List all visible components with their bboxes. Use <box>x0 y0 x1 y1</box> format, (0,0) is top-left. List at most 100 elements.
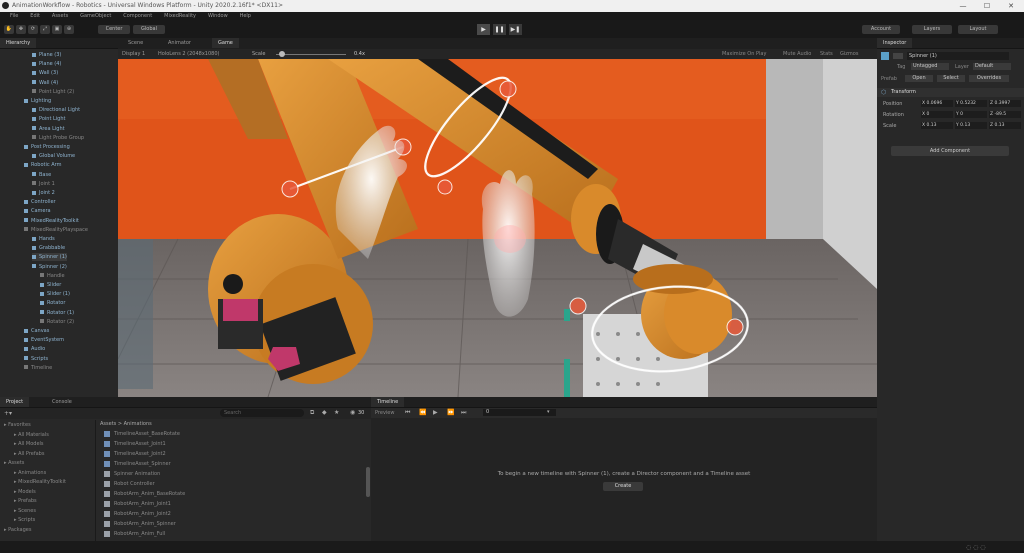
frame-field[interactable]: 0 <box>483 409 556 416</box>
add-asset-icon[interactable]: +▾ <box>4 410 12 417</box>
prev-frame-icon[interactable]: ⏪ <box>419 409 426 416</box>
transform-tool-icon[interactable]: ⊕ <box>64 25 74 34</box>
hierarchy-item[interactable]: Canvas <box>24 327 49 335</box>
pause-button[interactable]: ❚❚ <box>493 24 506 35</box>
hierarchy-item[interactable]: Wall (3) <box>32 69 58 77</box>
menu-file[interactable]: File <box>10 12 18 21</box>
preview-toggle[interactable]: Preview <box>375 410 394 416</box>
project-folder[interactable]: ▸ Prefabs <box>14 497 37 505</box>
menu-edit[interactable]: Edit <box>30 12 40 21</box>
menu-gameobject[interactable]: GameObject <box>80 12 111 21</box>
hierarchy-item[interactable]: Scripts <box>24 355 48 363</box>
rect-tool-icon[interactable]: ▣ <box>52 25 62 34</box>
tab-timeline[interactable]: Timeline <box>371 397 405 407</box>
transform-z-field[interactable]: Z -89.5 <box>989 111 1021 118</box>
project-folder[interactable]: ▸ All Models <box>14 440 44 448</box>
hierarchy-item[interactable]: Rotator <box>40 299 65 307</box>
gizmos-dropdown[interactable]: Gizmos <box>840 51 858 57</box>
rotate-tool-icon[interactable]: ⟳ <box>28 25 38 34</box>
frame-dropdown-icon[interactable]: ▾ <box>547 409 550 415</box>
project-file[interactable]: RobotArm_Anim_Spinner <box>104 520 176 528</box>
project-file[interactable]: Spinner Animation <box>104 470 160 478</box>
hierarchy-item[interactable]: Lighting <box>24 97 51 105</box>
active-checkbox[interactable] <box>893 53 903 59</box>
transform-header[interactable]: ⬡ Transform <box>877 88 1024 97</box>
transform-x-field[interactable]: X 0 <box>921 111 953 118</box>
tab-scene[interactable]: Scene <box>122 38 149 48</box>
add-component-button[interactable]: Add Component <box>891 146 1009 156</box>
project-file[interactable]: RobotArm_Anim_Joint2 <box>104 510 171 518</box>
project-search-input[interactable]: Search <box>220 409 304 417</box>
hierarchy-item[interactable]: Plane (4) <box>32 60 61 68</box>
project-file[interactable]: RobotArm_Anim_Joint1 <box>104 500 171 508</box>
filter-icon[interactable]: ⧉ <box>310 409 314 417</box>
hierarchy-item[interactable]: Joint 2 <box>32 189 55 197</box>
close-button[interactable]: ✕ <box>1000 1 1022 11</box>
project-folder[interactable]: ▸ All Prefabs <box>14 450 44 458</box>
menu-help[interactable]: Help <box>240 12 251 21</box>
hierarchy-item[interactable]: Handle <box>40 272 65 280</box>
project-folder[interactable]: ▸ Favorites <box>4 421 31 429</box>
tab-hierarchy[interactable]: Hierarchy <box>0 38 37 48</box>
step-button[interactable]: ▶❚ <box>509 24 522 35</box>
object-name-field[interactable]: Spinner (1) <box>907 52 1009 60</box>
menu-mixedreality[interactable]: MixedReality <box>164 12 196 21</box>
tab-console[interactable]: Console <box>46 397 78 407</box>
pivot-toggle[interactable]: Center <box>98 25 130 34</box>
hierarchy-item[interactable]: MixedRealityPlayspace <box>24 226 88 234</box>
tab-project[interactable]: Project <box>0 397 30 407</box>
hierarchy-item[interactable]: Directional Light <box>32 106 80 114</box>
hierarchy-item[interactable]: Audio <box>24 345 45 353</box>
hierarchy-item[interactable]: Spinner (1) <box>32 253 67 262</box>
menu-window[interactable]: Window <box>208 12 228 21</box>
project-folder[interactable]: ▸ Scenes <box>14 507 36 515</box>
minimize-button[interactable]: — <box>952 1 974 11</box>
transform-x-field[interactable]: X 0.13 <box>921 122 953 129</box>
project-folder-tree[interactable]: ▸ Favorites ▸ All Materials ▸ All Models ▸ … <box>0 420 95 541</box>
next-frame-icon[interactable]: ⏩ <box>447 409 454 416</box>
project-folder[interactable]: ▸ Animations <box>14 469 46 477</box>
hierarchy-item[interactable]: Robotic Arm <box>24 161 62 169</box>
play-button[interactable]: ▶ <box>477 24 490 35</box>
tab-game[interactable]: Game <box>212 38 239 48</box>
project-file[interactable]: TimelineAsset_Joint1 <box>104 440 166 448</box>
hierarchy-item[interactable]: Spinner (2) <box>32 263 67 271</box>
scale-slider-handle[interactable] <box>279 51 285 57</box>
scale-tool-icon[interactable]: ⤢ <box>40 25 50 34</box>
hierarchy-item[interactable]: Point Light <box>32 115 65 123</box>
project-file[interactable]: TimelineAsset_Spinner <box>104 460 171 468</box>
hierarchy-item[interactable]: Camera <box>24 207 51 215</box>
hierarchy-item[interactable]: Timeline <box>24 364 52 372</box>
tag-dropdown[interactable]: Untagged <box>911 63 949 70</box>
scale-slider-track[interactable] <box>276 54 346 55</box>
layer-dropdown[interactable]: Default <box>973 63 1011 70</box>
maximize-button[interactable]: ☐ <box>976 1 998 11</box>
tab-inspector[interactable]: Inspector <box>877 38 913 48</box>
label-icon[interactable]: ◆ <box>322 409 327 416</box>
hierarchy-tree[interactable]: Plane (3) Plane (4) Wall (3) Wall (4) Point … <box>0 49 118 398</box>
hierarchy-item[interactable]: EventSystem <box>24 336 64 344</box>
transform-y-field[interactable]: Y 0.13 <box>955 122 987 129</box>
menu-assets[interactable]: Assets <box>52 12 68 21</box>
project-folder[interactable]: ▸ Assets <box>4 459 24 467</box>
hierarchy-item[interactable]: Post Processing <box>24 143 70 151</box>
hierarchy-item[interactable]: Slider (1) <box>40 290 70 298</box>
display-dropdown[interactable]: Display 1 <box>122 51 145 57</box>
project-file[interactable]: TimelineAsset_BaseRotate <box>104 430 180 438</box>
hierarchy-item[interactable]: Rotator (1) <box>40 309 74 317</box>
transform-y-field[interactable]: Y 0.5232 <box>955 100 987 107</box>
hierarchy-item[interactable]: Plane (3) <box>32 51 61 59</box>
project-folder[interactable]: ▸ Models <box>14 488 36 496</box>
project-folder[interactable]: ▸ All Materials <box>14 431 49 439</box>
create-timeline-button[interactable]: Create <box>603 482 643 491</box>
hierarchy-item[interactable]: Wall (4) <box>32 79 58 87</box>
hierarchy-item[interactable]: Hands <box>32 235 55 243</box>
project-breadcrumb[interactable]: Assets > Animations <box>100 421 152 427</box>
project-folder[interactable]: ▸ Scripts <box>14 516 35 524</box>
project-scrollbar[interactable] <box>366 467 370 497</box>
account-dropdown[interactable]: Account <box>862 25 900 34</box>
project-file[interactable]: Robot Controller <box>104 480 155 488</box>
goto-start-icon[interactable]: ⏮ <box>405 409 410 417</box>
project-file[interactable]: TimelineAsset_Joint2 <box>104 450 166 458</box>
prefab-select-button[interactable]: Select <box>937 75 965 82</box>
